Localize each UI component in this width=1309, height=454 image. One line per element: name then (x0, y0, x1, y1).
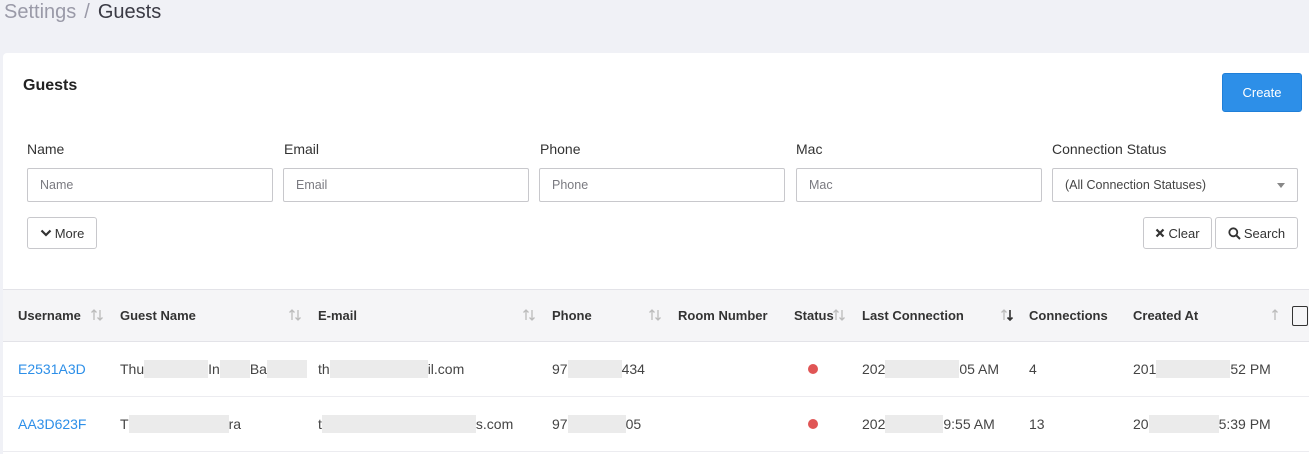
email-part: il.com (427, 361, 465, 377)
table-header: Username Guest Name E-mail Phone Room Nu… (3, 289, 1309, 342)
phone-part: 97 (552, 361, 568, 377)
email-cell: th il.com (318, 342, 464, 396)
last-connection-part: 9:55 AM (943, 416, 995, 432)
name-input[interactable] (27, 168, 273, 202)
col-status[interactable]: Status (794, 290, 834, 341)
breadcrumb: Settings / Guests (4, 1, 161, 24)
close-icon (1156, 228, 1165, 238)
caret-down-icon (1277, 182, 1285, 188)
name-filter-label: Name (27, 141, 65, 157)
phone-cell: 97 434 (552, 342, 645, 396)
status-cell (808, 397, 818, 451)
username-link[interactable]: AA3D623F (18, 397, 86, 451)
email-part: s.com (475, 416, 514, 432)
phone-cell: 97 05 (552, 397, 641, 451)
more-label: More (54, 225, 85, 241)
connection-status-value: (All Connection Statuses) (1065, 178, 1207, 192)
col-username[interactable]: Username (18, 290, 81, 341)
guest-name-cell: T ra (120, 397, 241, 451)
redaction-mask (567, 360, 622, 378)
created-at-part: 20 (1133, 416, 1149, 432)
guest-name-part: T (120, 416, 129, 432)
last-connection-part: 202 (862, 416, 886, 432)
redaction-mask (329, 360, 428, 378)
create-button[interactable]: Create (1222, 73, 1302, 112)
column-settings-icon[interactable] (1292, 306, 1308, 326)
phone-input[interactable] (539, 168, 785, 202)
phone-part: 05 (625, 416, 642, 432)
phone-part: 97 (552, 416, 568, 432)
last-connection-part: 05 AM (959, 361, 1000, 377)
created-at-cell: 201 52 PM (1133, 342, 1271, 396)
status-cell (808, 342, 818, 396)
col-phone[interactable]: Phone (552, 290, 592, 341)
phone-part: 434 (621, 361, 645, 377)
created-at-part: 5:39 PM (1218, 416, 1271, 432)
sort-desc-icon[interactable] (1000, 307, 1014, 323)
created-at-part: 52 PM (1230, 361, 1271, 377)
col-created-at[interactable]: Created At (1133, 290, 1198, 341)
sort-icon[interactable] (648, 307, 662, 323)
table-row[interactable]: E2531A3D Thu In Ba th il.com 97 434 202 … (3, 342, 1309, 397)
guest-name-part: Thu (120, 361, 145, 377)
redaction-mask (219, 360, 250, 378)
redaction-mask (266, 360, 307, 378)
col-room-number[interactable]: Room Number (678, 290, 768, 341)
page-title: Guests (23, 77, 78, 94)
created-at-cell: 20 5:39 PM (1133, 397, 1271, 451)
redaction-mask (128, 415, 229, 433)
sort-icon[interactable] (522, 307, 536, 323)
sort-icon[interactable] (90, 307, 104, 323)
guests-table: Username Guest Name E-mail Phone Room Nu… (3, 289, 1309, 452)
breadcrumb-current: Guests (97, 1, 162, 23)
connections-cell: 13 (1029, 416, 1045, 432)
redaction-mask (885, 360, 960, 378)
status-offline-dot (808, 419, 818, 429)
sort-icon[interactable] (832, 307, 846, 323)
username-link[interactable]: E2531A3D (18, 342, 86, 396)
guests-card: Guests Create Name Email Phone Mac Conne… (3, 53, 1309, 454)
mac-filter-label: Mac (796, 141, 823, 157)
last-connection-part: 202 (862, 361, 886, 377)
redaction-mask (1148, 415, 1219, 433)
last-connection-cell: 202 05 AM (862, 342, 999, 396)
phone-filter-label: Phone (540, 141, 581, 157)
sort-asc-icon[interactable] (1268, 307, 1282, 323)
guest-name-part: ra (228, 416, 242, 432)
email-cell: t s.com (318, 397, 513, 451)
search-icon (1228, 226, 1241, 240)
col-guest-name[interactable]: Guest Name (120, 290, 196, 341)
redaction-mask (144, 360, 209, 378)
status-filter-label: Connection Status (1052, 141, 1167, 157)
created-at-part: 201 (1133, 361, 1157, 377)
redaction-mask (321, 415, 476, 433)
connections-cell: 4 (1029, 361, 1037, 377)
sort-icon[interactable] (288, 307, 302, 323)
table-row[interactable]: AA3D623F T ra t s.com 97 05 202 9:55 AM … (3, 397, 1309, 452)
more-button[interactable]: More (27, 217, 97, 249)
last-connection-cell: 202 9:55 AM (862, 397, 995, 451)
redaction-mask (567, 415, 626, 433)
mac-input[interactable] (796, 168, 1042, 202)
breadcrumb-settings[interactable]: Settings (4, 1, 76, 24)
search-button[interactable]: Search (1215, 217, 1298, 249)
email-filter-label: Email (284, 141, 320, 157)
col-last-connection[interactable]: Last Connection (862, 290, 964, 341)
email-input[interactable] (283, 168, 529, 202)
guest-name-part: In (208, 361, 220, 377)
redaction-mask (1156, 360, 1231, 378)
clear-button[interactable]: Clear (1143, 217, 1212, 249)
redaction-mask (885, 415, 944, 433)
status-offline-dot (808, 364, 818, 374)
connection-status-select[interactable]: (All Connection Statuses) (1052, 168, 1298, 202)
guest-name-part: Ba (249, 361, 267, 377)
email-part: th (318, 361, 330, 377)
search-label: Search (1243, 225, 1286, 241)
chevron-down-icon (40, 229, 51, 237)
breadcrumb-separator: / (84, 1, 90, 23)
col-connections[interactable]: Connections (1029, 290, 1108, 341)
guest-name-cell: Thu In Ba (120, 342, 307, 396)
clear-label: Clear (1168, 225, 1200, 241)
col-email[interactable]: E-mail (318, 290, 357, 341)
